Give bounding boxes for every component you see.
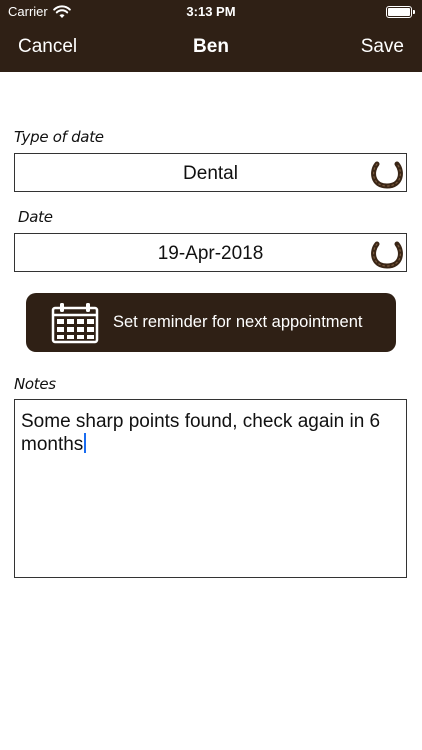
status-time: 3:13 PM: [186, 4, 236, 19]
top-bar: Carrier 3:13 PM Cancel Ben Save: [0, 0, 422, 72]
date-label: Date: [18, 208, 53, 226]
calendar-icon: [51, 303, 99, 344]
text-cursor: [84, 433, 87, 453]
save-button[interactable]: Save: [361, 36, 404, 58]
date-value: 19-Apr-2018: [157, 243, 264, 264]
set-reminder-label: Set reminder for next appointment: [113, 313, 363, 331]
horseshoe-icon[interactable]: [370, 159, 404, 189]
type-of-date-field[interactable]: Dental: [14, 153, 407, 192]
notes-label: Notes: [14, 375, 56, 393]
notes-text: Some sharp points found, check again in …: [21, 411, 381, 455]
navigation-bar: Cancel Ben Save: [0, 24, 422, 72]
page-title: Ben: [193, 36, 229, 57]
battery-icon: [386, 6, 415, 18]
type-of-date-value: Dental: [183, 163, 238, 184]
horseshoe-icon[interactable]: [370, 239, 404, 269]
notes-textarea[interactable]: Some sharp points found, check again in …: [14, 399, 407, 578]
type-of-date-label: Type of date: [14, 128, 104, 146]
status-bar: Carrier 3:13 PM: [0, 0, 422, 24]
set-reminder-button[interactable]: Set reminder for next appointment: [26, 293, 396, 352]
date-field[interactable]: 19-Apr-2018: [14, 233, 407, 272]
